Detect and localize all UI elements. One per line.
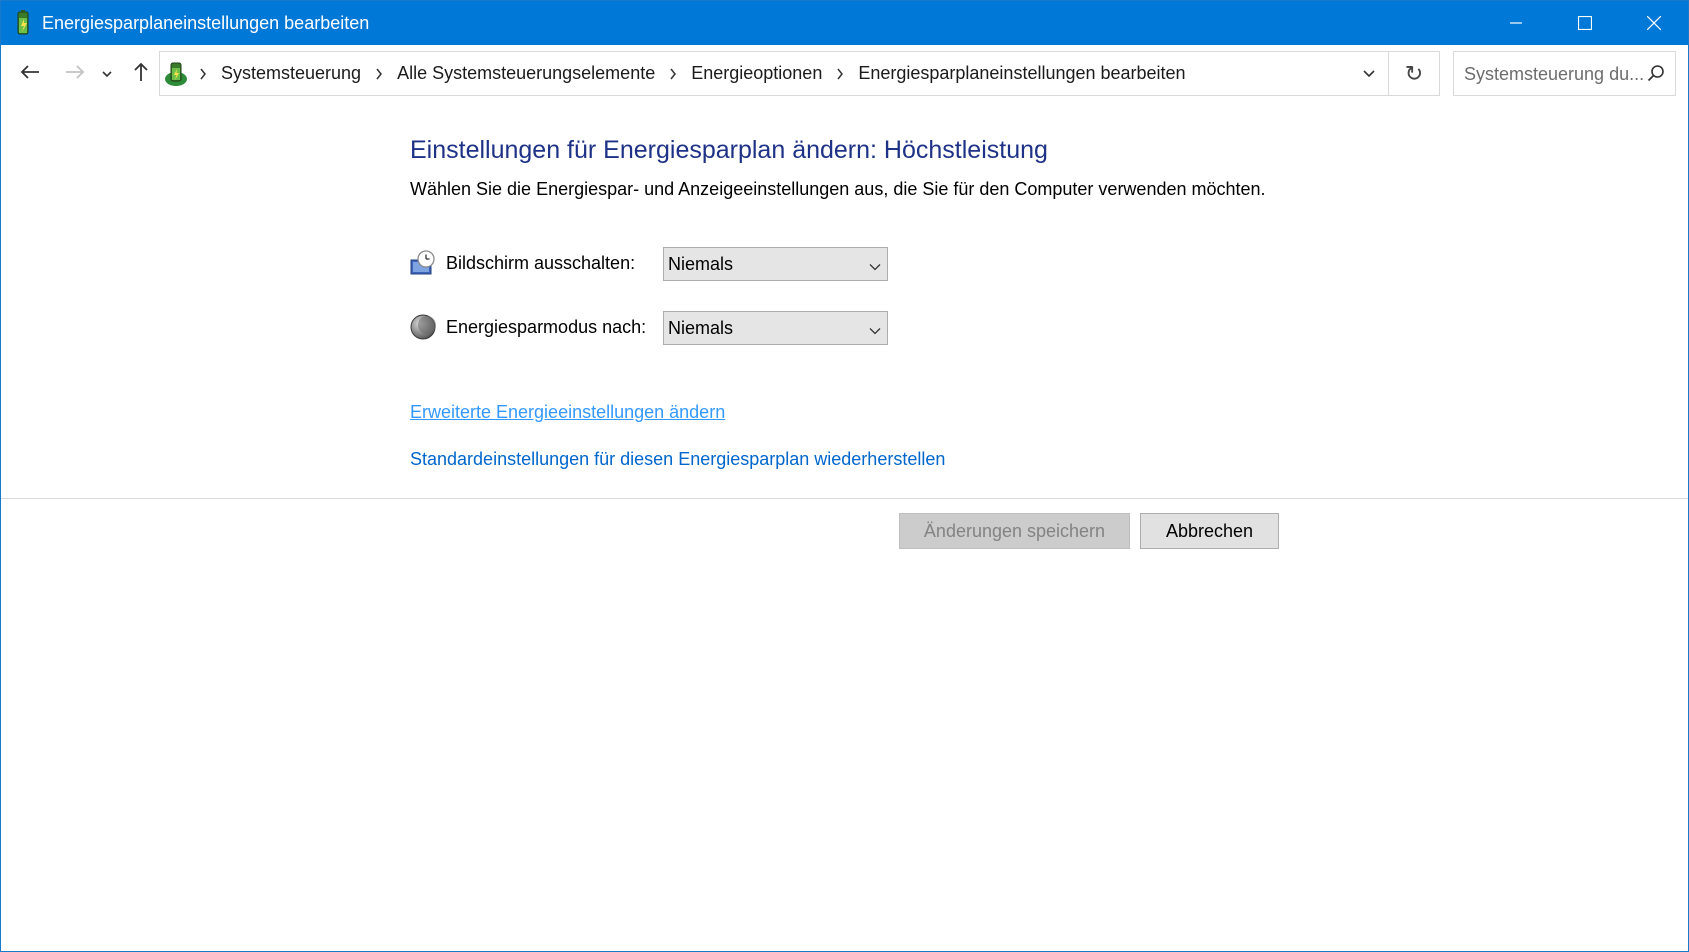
cancel-button[interactable]: Abbrechen [1140,513,1279,549]
arrow-right-icon [65,64,85,85]
minimize-button[interactable] [1481,1,1550,45]
search-input[interactable] [1462,52,1646,97]
close-icon [1646,16,1661,30]
window-title: Energiesparplaneinstellungen bearbeiten [42,13,370,33]
window: Energiesparplaneinstellungen bearbeiten [0,0,1689,952]
minimize-icon [1509,16,1523,30]
chevron-down-icon [869,322,881,340]
power-plan-icon [163,60,189,88]
breadcrumb-item[interactable]: Energieoptionen [687,63,826,84]
navigation-bar: Systemsteuerung Alle Systemsteuerungsele… [1,45,1688,103]
chevron-right-icon [189,68,217,80]
close-button[interactable] [1619,1,1688,45]
page-title: Einstellungen für Energiesparplan ändern… [410,136,1048,164]
maximize-button[interactable] [1550,1,1619,45]
chevron-down-icon [869,258,881,276]
breadcrumb-item[interactable]: Energiesparplaneinstellungen bearbeiten [854,63,1189,84]
address-history-dropdown[interactable] [1351,52,1387,95]
chevron-right-icon[interactable] [659,68,687,80]
chevron-right-icon[interactable] [826,68,854,80]
moon-icon [410,314,436,345]
restore-defaults-link[interactable]: Standardeinstellungen für diesen Energie… [410,449,945,470]
title-bar: Energiesparplaneinstellungen bearbeiten [1,1,1688,45]
monitor-clock-icon [410,250,436,281]
forward-button[interactable] [60,59,90,89]
chevron-right-icon[interactable] [365,68,393,80]
up-button[interactable] [126,59,156,89]
display-off-select[interactable]: Niemals [663,247,888,281]
back-button[interactable] [15,59,45,89]
refresh-button[interactable]: ↻ [1388,52,1439,95]
arrow-up-icon [133,62,149,87]
power-plan-icon [13,10,35,36]
search-box[interactable] [1453,51,1676,97]
page-description: Wählen Sie die Energiespar- und Anzeigee… [410,179,1266,199]
sleep-value: Niemals [668,318,734,338]
setting-row-display-off: Bildschirm ausschalten: Niemals [410,247,890,281]
display-off-label: Bildschirm ausschalten: [446,253,636,273]
sleep-label: Energiesparmodus nach: [446,317,647,337]
divider [1,498,1688,499]
save-changes-button[interactable]: Änderungen speichern [899,513,1130,549]
search-icon[interactable] [1647,64,1665,87]
refresh-icon: ↻ [1404,60,1424,86]
address-bar[interactable]: Systemsteuerung Alle Systemsteuerungsele… [159,51,1440,96]
recent-locations-button[interactable] [97,59,117,89]
arrow-left-icon [20,64,40,85]
breadcrumb-item[interactable]: Systemsteuerung [217,63,365,84]
advanced-settings-link[interactable]: Erweiterte Energieeinstellungen ändern [410,402,725,423]
chevron-down-icon [1362,65,1376,83]
setting-row-sleep: Energiesparmodus nach: Niemals [410,311,890,345]
chevron-down-icon [101,65,113,83]
display-off-value: Niemals [668,254,734,274]
maximize-icon [1577,16,1592,30]
sleep-select[interactable]: Niemals [663,311,888,345]
breadcrumb-item[interactable]: Alle Systemsteuerungselemente [393,63,659,84]
